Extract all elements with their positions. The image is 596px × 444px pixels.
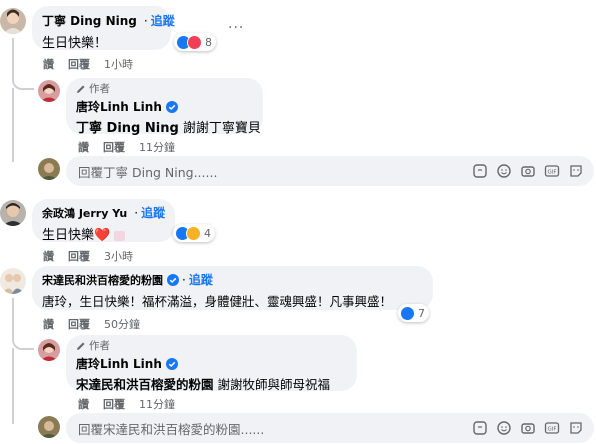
gif-icon[interactable]: GIF bbox=[544, 420, 560, 436]
verified-badge-icon bbox=[165, 100, 178, 113]
my-avatar[interactable] bbox=[38, 158, 60, 180]
care-icon bbox=[186, 225, 201, 241]
reply-input[interactable]: 回覆丁寧 Ding Ning...... GIF bbox=[66, 156, 594, 186]
thread-line bbox=[12, 348, 14, 424]
reply-actions: 讚 回覆 11分鐘 bbox=[78, 139, 175, 155]
comment-text: 生日快樂❤️ bbox=[42, 224, 165, 243]
comment-bubble: 宋達民和洪百榕愛的粉園 · 追蹤 唐玲，生日快樂！福杯滿溢，身體健壯、靈魂興盛！… bbox=[32, 266, 433, 310]
comment-bubble: 丁寧 Ding Ning · 追蹤 生日快樂！ bbox=[32, 6, 175, 51]
reply-input[interactable]: 回覆宋達民和洪百榕愛的粉園...... GIF bbox=[66, 413, 594, 443]
reaction-count: 7 bbox=[418, 306, 425, 320]
timestamp[interactable]: 11分鐘 bbox=[139, 396, 175, 412]
reaction-summary[interactable]: 8 bbox=[174, 33, 216, 51]
author-avatar[interactable] bbox=[38, 339, 60, 361]
pen-icon bbox=[77, 85, 85, 93]
reply-text: 謝謝丁寧寶貝 bbox=[182, 121, 261, 136]
commenter-name[interactable]: 丁寧 Ding Ning bbox=[42, 12, 137, 29]
commenter-name[interactable]: 宋達民和洪百榕愛的粉園 bbox=[42, 272, 163, 288]
timestamp[interactable]: 50分鐘 bbox=[104, 316, 140, 332]
follow-button[interactable]: 追蹤 bbox=[151, 12, 175, 29]
avatar[interactable] bbox=[0, 8, 26, 34]
sticker-icon[interactable] bbox=[472, 420, 488, 436]
pen-icon bbox=[77, 342, 85, 350]
timestamp[interactable]: 1小時 bbox=[104, 56, 133, 72]
reply-button[interactable]: 回覆 bbox=[68, 56, 90, 72]
timestamp[interactable]: 11分鐘 bbox=[139, 139, 175, 155]
comment-bubble: 余政鴻 Jerry Yu · 追蹤 生日快樂❤️ bbox=[32, 199, 175, 243]
reply-author-name[interactable]: 唐玲Linh Linh bbox=[76, 355, 162, 372]
reply-button[interactable]: 回覆 bbox=[103, 139, 125, 155]
reaction-count: 4 bbox=[204, 226, 211, 240]
like-button[interactable]: 讚 bbox=[43, 248, 54, 264]
author-avatar[interactable] bbox=[38, 80, 60, 102]
comment-text: 唐玲，生日快樂！福杯滿溢，身體健壯、靈魂興盛！凡事興盛！ bbox=[42, 294, 393, 309]
like-button[interactable]: 讚 bbox=[43, 56, 54, 72]
follow-button[interactable]: 追蹤 bbox=[141, 204, 165, 221]
thread-line bbox=[12, 298, 34, 350]
like-button[interactable]: 讚 bbox=[43, 316, 54, 332]
comment-actions: 讚 回覆 50分鐘 bbox=[43, 316, 140, 332]
like-button[interactable]: 讚 bbox=[78, 396, 89, 412]
follow-button[interactable]: 追蹤 bbox=[189, 271, 213, 288]
reply-text: 謝謝牧師與師母祝福 bbox=[217, 377, 331, 392]
sticker-face-icon[interactable] bbox=[568, 163, 584, 179]
avatar[interactable] bbox=[0, 268, 26, 294]
cake-emoji-icon bbox=[114, 230, 126, 241]
love-icon bbox=[187, 34, 202, 50]
like-icon bbox=[400, 305, 415, 321]
reply-button[interactable]: 回覆 bbox=[68, 248, 90, 264]
author-tag: 作者 bbox=[76, 338, 347, 353]
timestamp[interactable]: 3小時 bbox=[104, 248, 133, 264]
svg-text:GIF: GIF bbox=[547, 169, 556, 175]
reply-bubble: 作者 唐玲Linh Linh 丁寧 Ding Ning 謝謝丁寧寶貝 bbox=[66, 78, 263, 136]
reply-button[interactable]: 回覆 bbox=[68, 316, 90, 332]
emoji-icon[interactable] bbox=[496, 163, 512, 179]
camera-icon[interactable] bbox=[520, 420, 536, 436]
reply-placeholder: 回覆丁寧 Ding Ning...... bbox=[78, 164, 218, 180]
reaction-count: 8 bbox=[205, 35, 212, 49]
sticker-icon[interactable] bbox=[472, 163, 488, 179]
comment-actions: 讚 回覆 3小時 bbox=[43, 248, 133, 264]
like-button[interactable]: 讚 bbox=[78, 139, 89, 155]
avatar[interactable] bbox=[0, 200, 26, 226]
more-options-icon[interactable]: ··· bbox=[228, 20, 244, 36]
reply-button[interactable]: 回覆 bbox=[103, 396, 125, 412]
verified-badge-icon bbox=[165, 357, 178, 370]
reaction-summary[interactable]: 7 bbox=[398, 304, 429, 322]
commenter-name[interactable]: 余政鴻 Jerry Yu bbox=[42, 205, 127, 221]
mention-link[interactable]: 宋達民和洪百榕愛的粉園 bbox=[76, 377, 214, 392]
comment-text: 生日快樂！ bbox=[42, 36, 108, 51]
my-avatar[interactable] bbox=[38, 416, 60, 438]
emoji-icon[interactable] bbox=[496, 420, 512, 436]
reply-actions: 讚 回覆 11分鐘 bbox=[78, 396, 175, 412]
mention-link[interactable]: 丁寧 Ding Ning bbox=[76, 121, 179, 136]
thread-line bbox=[12, 38, 34, 90]
author-tag: 作者 bbox=[76, 81, 253, 96]
gif-icon[interactable]: GIF bbox=[544, 163, 560, 179]
reply-bubble: 作者 唐玲Linh Linh 宋達民和洪百榕愛的粉園 謝謝牧師與師母祝福 bbox=[66, 335, 357, 392]
sticker-face-icon[interactable] bbox=[568, 420, 584, 436]
camera-icon[interactable] bbox=[520, 163, 536, 179]
comment-actions: 讚 回覆 1小時 bbox=[43, 56, 133, 72]
reaction-summary[interactable]: 4 bbox=[173, 224, 215, 242]
reply-author-name[interactable]: 唐玲Linh Linh bbox=[76, 98, 162, 115]
verified-badge-icon bbox=[167, 273, 179, 286]
svg-text:GIF: GIF bbox=[547, 426, 556, 432]
reply-placeholder: 回覆宋達民和洪百榕愛的粉園...... bbox=[78, 421, 265, 437]
thread-line bbox=[12, 88, 34, 162]
